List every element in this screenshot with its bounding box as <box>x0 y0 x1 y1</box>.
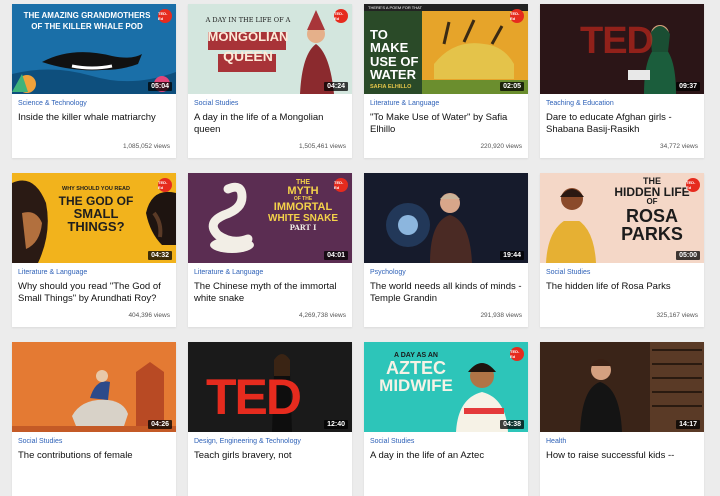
video-title[interactable]: Teach girls bravery, not <box>194 450 346 462</box>
category-link[interactable]: Social Studies <box>194 100 238 107</box>
video-card[interactable]: THERE'S A POEM FOR THAT TO MAKE USE OF WAT… <box>364 4 528 158</box>
duration-badge: 14:17 <box>676 420 700 429</box>
video-thumbnail[interactable]: THE HIDDEN LIFE OF ROSA PARKS TED-Ed 05:… <box>540 173 704 263</box>
duration-badge: 09:37 <box>676 82 700 91</box>
video-thumbnail[interactable]: THE AMAZING GRANDMOTHERS OF THE KILLER WH… <box>12 4 176 94</box>
video-thumbnail[interactable]: WHY SHOULD YOU READ THE GOD OF SMALL THI… <box>12 173 176 263</box>
ted-logo: TED <box>580 20 654 62</box>
video-title[interactable]: The world needs all kinds of minds - Tem… <box>370 281 522 305</box>
category-link[interactable]: Social Studies <box>370 438 414 445</box>
video-card[interactable]: 19:44 Psychology The world needs all kin… <box>364 173 528 327</box>
video-thumbnail[interactable]: TED 09:37 <box>540 4 704 94</box>
category-link[interactable]: Design, Engineering & Technology <box>194 438 301 445</box>
category-link[interactable]: Literature & Language <box>370 100 439 107</box>
duration-badge: 02:05 <box>500 82 524 91</box>
ted-ed-badge: TED-Ed <box>510 347 524 361</box>
ted-ed-badge: TED-Ed <box>334 9 348 23</box>
view-count: 1,505,461 views <box>299 143 346 150</box>
category-link[interactable]: Health <box>546 438 566 445</box>
video-title[interactable]: Why should you read "The God of Small Th… <box>18 281 170 305</box>
view-count: 291,938 views <box>480 312 522 319</box>
rider-illustration <box>12 342 176 432</box>
duration-badge: 04:01 <box>324 251 348 260</box>
thumbnail-title: A DAY IN THE LIFE OF A MONGOLIAN QUEEN <box>205 16 291 64</box>
video-card[interactable]: TED 12:40 Design, Engineering & Technolo… <box>188 342 352 496</box>
video-thumbnail[interactable]: 04:26 <box>12 342 176 432</box>
video-card[interactable]: 14:17 Health How to raise successful kid… <box>540 342 704 496</box>
video-grid: THE AMAZING GRANDMOTHERS OF THE KILLER WH… <box>12 4 704 496</box>
video-title[interactable]: A day in the life of an Aztec <box>370 450 522 462</box>
video-title[interactable]: The hidden life of Rosa Parks <box>546 281 698 293</box>
view-count: 1,085,052 views <box>123 143 170 150</box>
video-card[interactable]: WHY SHOULD YOU READ THE GOD OF SMALL THI… <box>12 173 176 327</box>
duration-badge: 04:32 <box>148 251 172 260</box>
duration-badge: 12:40 <box>324 420 348 429</box>
category-link[interactable]: Teaching & Education <box>546 100 614 107</box>
video-thumbnail[interactable]: A DAY IN THE LIFE OF A MONGOLIAN QUEEN T… <box>188 4 352 94</box>
category-link[interactable]: Literature & Language <box>194 269 263 276</box>
duration-badge: 05:04 <box>148 82 172 91</box>
category-link[interactable]: Psychology <box>370 269 406 276</box>
video-title[interactable]: Inside the killer whale matriarchy <box>18 112 170 124</box>
video-thumbnail[interactable]: A DAY AS AN AZTEC MIDWIFE TED-Ed 04:38 <box>364 342 528 432</box>
ted-ed-badge: TED-Ed <box>158 9 172 23</box>
video-card[interactable]: THE MYTH OF THE IMMORTAL WHITE SNAKE PAR… <box>188 173 352 327</box>
video-card[interactable]: 04:26 Social Studies The contributions o… <box>12 342 176 496</box>
speaker-photo <box>364 173 528 263</box>
thumbnail-title: A DAY AS AN AZTEC MIDWIFE <box>379 352 453 396</box>
duration-badge: 19:44 <box>500 251 524 260</box>
video-thumbnail[interactable]: THERE'S A POEM FOR THAT TO MAKE USE OF WAT… <box>364 4 528 94</box>
video-title[interactable]: "To Make Use of Water" by Safia Elhillo <box>370 112 522 136</box>
video-thumbnail[interactable]: 19:44 <box>364 173 528 263</box>
category-link[interactable]: Science & Technology <box>18 100 87 107</box>
view-count: 34,772 views <box>660 143 698 150</box>
video-title[interactable]: The contributions of female <box>18 450 170 462</box>
thumbnail-title: THE AMAZING GRANDMOTHERS OF THE KILLER WH… <box>23 11 151 32</box>
view-count: 325,167 views <box>656 312 698 319</box>
ted-ed-badge: TED-Ed <box>158 178 172 192</box>
thumbnail-title: THERE'S A POEM FOR THAT <box>368 5 422 10</box>
video-thumbnail[interactable]: 14:17 <box>540 342 704 432</box>
view-count: 4,269,738 views <box>299 312 346 319</box>
video-card[interactable]: A DAY IN THE LIFE OF A MONGOLIAN QUEEN T… <box>188 4 352 158</box>
ted-ed-badge: TED-Ed <box>334 178 348 192</box>
duration-badge: 04:38 <box>500 420 524 429</box>
video-thumbnail[interactable]: THE MYTH OF THE IMMORTAL WHITE SNAKE PAR… <box>188 173 352 263</box>
ted-ed-badge: TED-Ed <box>510 9 524 23</box>
view-count: 404,396 views <box>128 312 170 319</box>
video-title[interactable]: How to raise successful kids -- <box>546 450 698 462</box>
thumbnail-poem-title: TO MAKE USE OF WATER SAFIA ELHILLO <box>370 27 419 90</box>
ted-ed-badge: TED-Ed <box>686 178 700 192</box>
category-link[interactable]: Social Studies <box>546 269 590 276</box>
video-title[interactable]: Dare to educate Afghan girls - Shabana B… <box>546 112 698 136</box>
category-link[interactable]: Literature & Language <box>18 269 87 276</box>
category-link[interactable]: Social Studies <box>18 438 62 445</box>
video-title[interactable]: A day in the life of a Mongolian queen <box>194 112 346 136</box>
ted-logo: TED <box>206 369 302 425</box>
speaker-photo <box>540 342 704 432</box>
video-thumbnail[interactable]: TED 12:40 <box>188 342 352 432</box>
video-card[interactable]: THE AMAZING GRANDMOTHERS OF THE KILLER WH… <box>12 4 176 158</box>
video-card[interactable]: A DAY AS AN AZTEC MIDWIFE TED-Ed 04:38 S… <box>364 342 528 496</box>
video-card[interactable]: TED 09:37 Teaching & Education Dare to e… <box>540 4 704 158</box>
video-card[interactable]: THE HIDDEN LIFE OF ROSA PARKS TED-Ed 05:… <box>540 173 704 327</box>
duration-badge: 05:00 <box>676 251 700 260</box>
thumbnail-title: WHY SHOULD YOU READ THE GOD OF SMALL THI… <box>58 186 134 235</box>
duration-badge: 04:26 <box>148 420 172 429</box>
view-count: 220,920 views <box>480 143 522 150</box>
duration-badge: 04:24 <box>324 82 348 91</box>
video-title[interactable]: The Chinese myth of the immortal white s… <box>194 281 346 305</box>
